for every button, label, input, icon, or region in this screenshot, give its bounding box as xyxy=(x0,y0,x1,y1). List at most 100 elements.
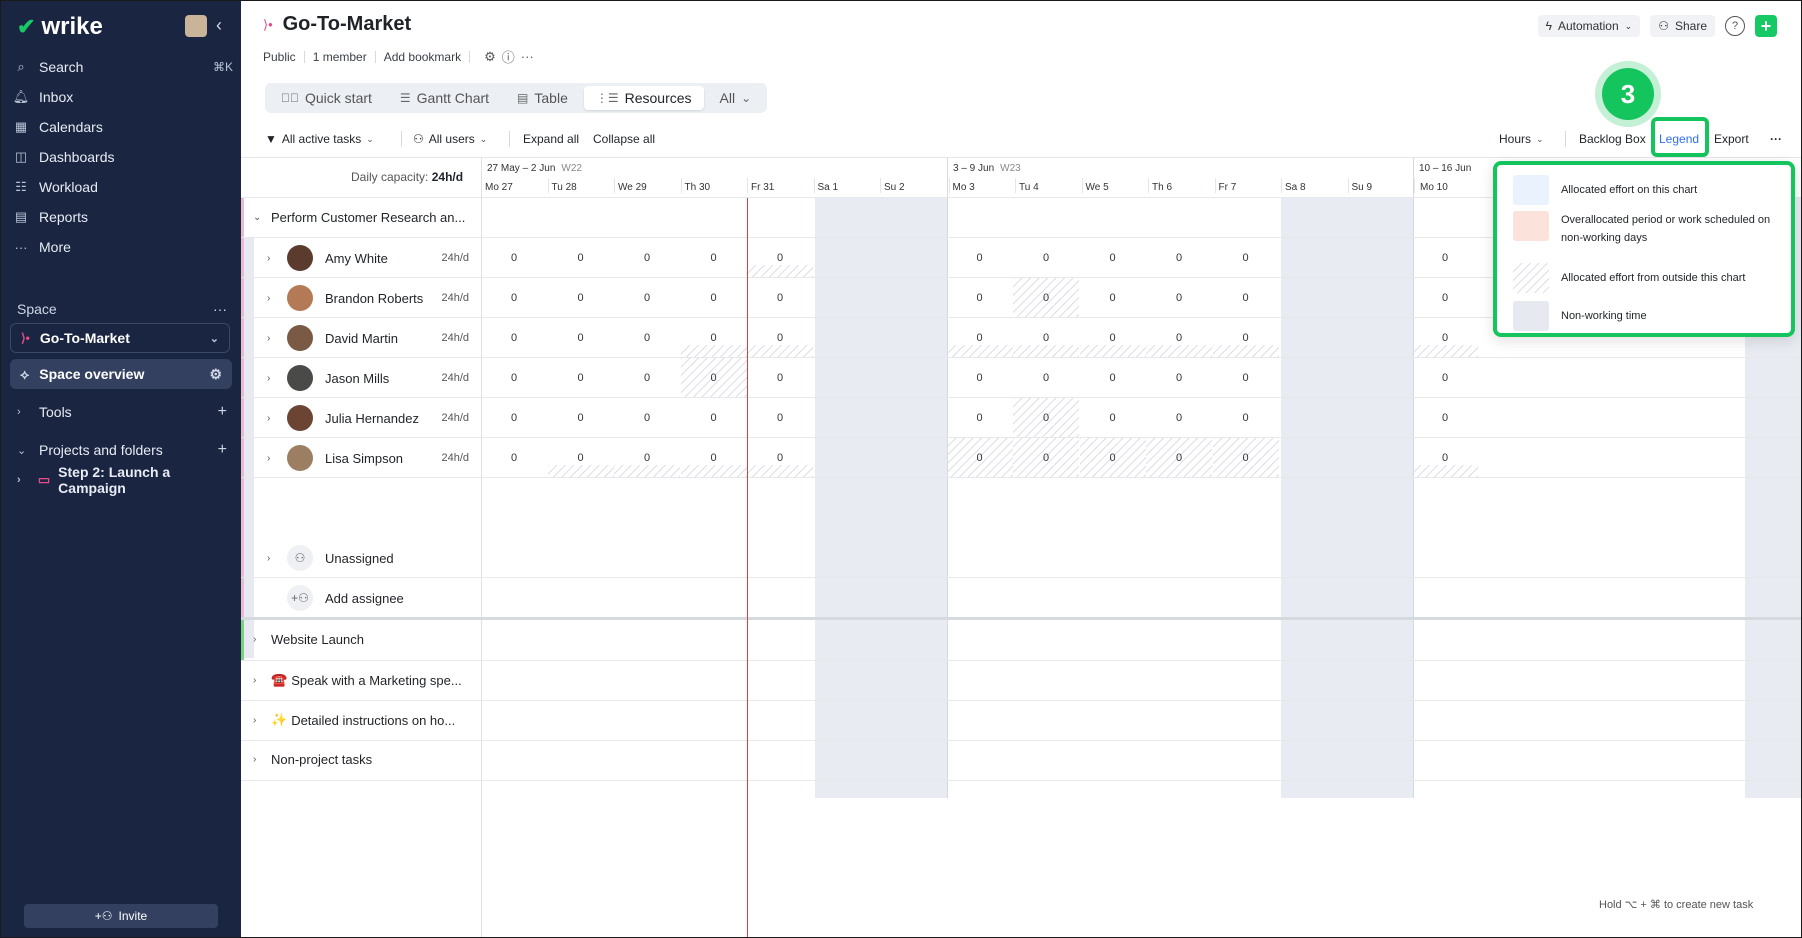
gear-icon[interactable]: ⚙ xyxy=(209,366,222,383)
project-row[interactable]: › Website Launch xyxy=(253,632,364,647)
effort-cell[interactable]: 0 xyxy=(1013,238,1079,277)
effort-cell[interactable]: 0 xyxy=(481,318,547,357)
tab-quick-start[interactable]: ▯⃞ Quick start xyxy=(269,86,384,110)
effort-cell[interactable]: 0 xyxy=(747,438,813,477)
effort-cell[interactable]: 0 xyxy=(1146,278,1212,317)
space-overview-item[interactable]: ⟡ Space overview ⚙ xyxy=(10,359,232,389)
assignee-row[interactable]: › David Martin 24h/d xyxy=(267,318,477,358)
effort-cell[interactable]: 0 xyxy=(1080,238,1146,277)
effort-cell[interactable]: 0 xyxy=(1013,358,1079,397)
nav-calendars[interactable]: ▦ Calendars xyxy=(11,113,233,141)
effort-cell[interactable]: 0 xyxy=(747,238,813,277)
unassigned-row[interactable]: › ⚇ Unassigned xyxy=(267,538,477,578)
effort-cell[interactable]: 0 xyxy=(1412,238,1478,277)
effort-cell[interactable]: 0 xyxy=(1013,398,1079,437)
project-row[interactable]: › ✨ Detailed instructions on ho... xyxy=(253,712,455,728)
effort-cell[interactable]: 0 xyxy=(947,358,1013,397)
nav-dashboards[interactable]: ◫ Dashboards xyxy=(11,143,233,171)
visibility-label[interactable]: Public xyxy=(263,50,296,64)
assignee-row[interactable]: › Jason Mills 24h/d xyxy=(267,358,477,398)
more-options-icon[interactable]: ··· xyxy=(1770,129,1782,149)
effort-cell[interactable]: 0 xyxy=(548,398,614,437)
nav-more[interactable]: ··· More xyxy=(11,233,233,261)
nav-reports[interactable]: ▤ Reports xyxy=(11,203,233,231)
effort-cell[interactable]: 0 xyxy=(947,278,1013,317)
add-bookmark-link[interactable]: Add bookmark xyxy=(384,50,461,64)
effort-cell[interactable]: 0 xyxy=(681,238,747,277)
effort-cell[interactable]: 0 xyxy=(481,238,547,277)
effort-cell[interactable]: 0 xyxy=(481,278,547,317)
effort-cell[interactable]: 0 xyxy=(1213,238,1279,277)
space-selector[interactable]: ⟩• Go-To-Market ⌄ xyxy=(10,323,230,353)
effort-cell[interactable]: 0 xyxy=(1080,278,1146,317)
effort-cell[interactable]: 0 xyxy=(1080,438,1146,477)
effort-cell[interactable]: 0 xyxy=(614,318,680,357)
effort-cell[interactable]: 0 xyxy=(1213,318,1279,357)
user-avatar[interactable] xyxy=(185,15,207,37)
effort-cell[interactable]: 0 xyxy=(1013,318,1079,357)
add-project-icon[interactable]: + xyxy=(218,441,227,459)
project-row-main[interactable]: ⌄ Perform Customer Research an... xyxy=(253,210,465,225)
user-filter-dropdown[interactable]: ⚇ All users ⌄ xyxy=(413,129,487,149)
effort-cell[interactable]: 0 xyxy=(1146,238,1212,277)
effort-cell[interactable]: 0 xyxy=(1412,398,1478,437)
effort-cell[interactable]: 0 xyxy=(1080,318,1146,357)
effort-cell[interactable]: 0 xyxy=(1146,358,1212,397)
effort-cell[interactable]: 0 xyxy=(614,438,680,477)
export-button[interactable]: Export xyxy=(1714,129,1749,149)
effort-cell[interactable]: 0 xyxy=(1213,438,1279,477)
info-icon[interactable]: ⓘ xyxy=(502,47,515,66)
project-row[interactable]: › Non-project tasks xyxy=(253,752,372,767)
members-label[interactable]: 1 member xyxy=(313,50,367,64)
tools-row[interactable]: › Tools + xyxy=(17,399,227,425)
effort-cell[interactable]: 0 xyxy=(1146,438,1212,477)
expand-all-button[interactable]: Expand all xyxy=(523,129,579,149)
share-button[interactable]: ⚇ Share xyxy=(1650,15,1715,37)
effort-cell[interactable]: 0 xyxy=(1213,358,1279,397)
effort-cell[interactable]: 0 xyxy=(481,398,547,437)
effort-cell[interactable]: 0 xyxy=(614,398,680,437)
effort-cell[interactable]: 0 xyxy=(947,238,1013,277)
effort-cell[interactable]: 0 xyxy=(1213,278,1279,317)
effort-cell[interactable]: 0 xyxy=(1013,278,1079,317)
effort-cell[interactable]: 0 xyxy=(947,318,1013,357)
projects-folders-row[interactable]: ⌄ Projects and folders + xyxy=(17,437,227,463)
assignee-row[interactable]: › Amy White 24h/d xyxy=(267,238,477,278)
effort-cell[interactable]: 0 xyxy=(548,438,614,477)
hours-dropdown[interactable]: Hours ⌄ xyxy=(1499,129,1544,149)
effort-cell[interactable]: 0 xyxy=(1213,398,1279,437)
effort-cell[interactable]: 0 xyxy=(481,438,547,477)
effort-cell[interactable]: 0 xyxy=(548,238,614,277)
automation-button[interactable]: ϟ Automation ⌄ xyxy=(1537,15,1641,37)
effort-cell[interactable]: 0 xyxy=(681,278,747,317)
backlog-box-button[interactable]: Backlog Box xyxy=(1579,129,1646,149)
assignee-row[interactable]: › Lisa Simpson 24h/d xyxy=(267,438,477,478)
collapse-sidebar-icon[interactable]: ‹ xyxy=(216,15,222,36)
project-row[interactable]: › ☎️ Speak with a Marketing spe... xyxy=(253,672,462,688)
space-options-icon[interactable]: ··· xyxy=(213,301,227,317)
assignee-row[interactable]: › Julia Hernandez 24h/d xyxy=(267,398,477,438)
effort-cell[interactable]: 0 xyxy=(614,278,680,317)
effort-cell[interactable]: 0 xyxy=(681,398,747,437)
effort-cell[interactable]: 0 xyxy=(1412,278,1478,317)
effort-cell[interactable]: 0 xyxy=(747,278,813,317)
more-icon[interactable]: ··· xyxy=(521,49,534,64)
effort-cell[interactable]: 0 xyxy=(1080,358,1146,397)
tab-resources[interactable]: ⋮☰ Resources xyxy=(583,86,704,110)
effort-cell[interactable]: 0 xyxy=(481,358,547,397)
effort-cell[interactable]: 0 xyxy=(1013,438,1079,477)
collapse-all-button[interactable]: Collapse all xyxy=(593,129,655,149)
effort-cell[interactable]: 0 xyxy=(614,238,680,277)
tab-gantt-chart[interactable]: ☰ Gantt Chart xyxy=(388,86,501,110)
assignee-row[interactable]: › Brandon Roberts 24h/d xyxy=(267,278,477,318)
nav-search[interactable]: ⌕ Search ⌘K xyxy=(11,53,233,81)
task-filter-dropdown[interactable]: ▼ All active tasks ⌄ xyxy=(265,129,374,149)
effort-cell[interactable]: 0 xyxy=(947,398,1013,437)
effort-cell[interactable]: 0 xyxy=(747,318,813,357)
effort-cell[interactable]: 0 xyxy=(681,438,747,477)
effort-cell[interactable]: 0 xyxy=(548,358,614,397)
invite-button[interactable]: +⚇ Invite xyxy=(24,904,218,928)
tab-table[interactable]: ▤ Table xyxy=(505,86,580,110)
effort-cell[interactable]: 0 xyxy=(548,278,614,317)
create-new-button[interactable]: + xyxy=(1755,15,1777,37)
